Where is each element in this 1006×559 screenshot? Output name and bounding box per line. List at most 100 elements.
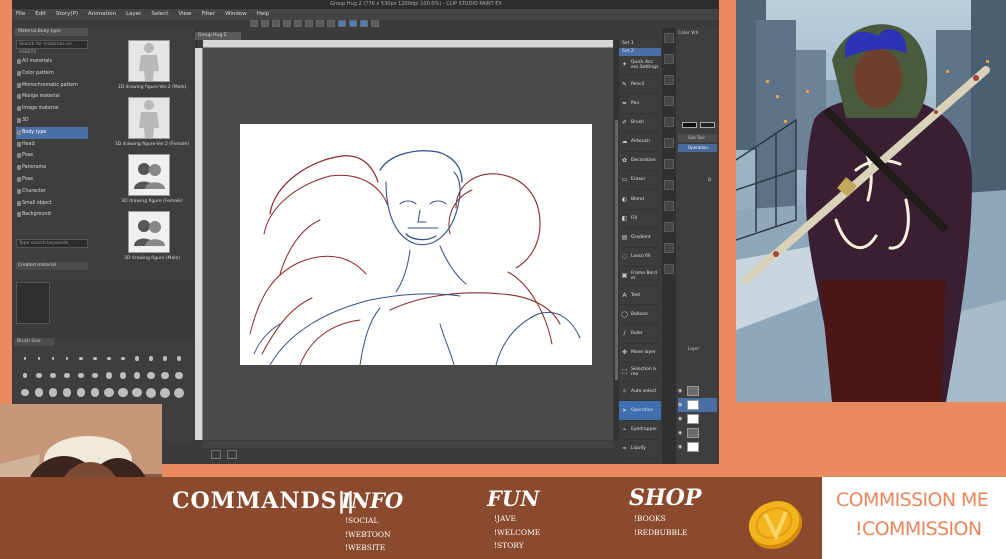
tool-frame-border[interactable]: ▣ Frame Bord er [619, 267, 661, 287]
material-tree-item[interactable]: Color pattern [16, 68, 88, 80]
material-tree-item[interactable]: Monochromatic pattern [16, 80, 88, 92]
keyword-search-input[interactable]: Type search keywords [16, 239, 88, 248]
material-tree-item[interactable]: Pose [16, 174, 88, 186]
tool-blend[interactable]: ◐ Blend [619, 190, 661, 210]
material-icon[interactable] [664, 264, 674, 274]
tool-set-tab[interactable]: Set 2 [619, 48, 661, 56]
tool-text[interactable]: A Text [619, 286, 661, 306]
tool-auto-select[interactable]: ✧ Auto select [619, 382, 661, 402]
layer-row[interactable]: ◉ [678, 412, 717, 426]
sub-tool-icon[interactable] [664, 138, 674, 148]
tool-operation[interactable]: ➤ Operation [619, 401, 661, 421]
color-slider-icon[interactable] [664, 54, 674, 64]
tool-pencil[interactable]: ✎ Pencil [619, 75, 661, 95]
layer-search-icon[interactable] [664, 222, 674, 232]
brush-size-option[interactable] [102, 350, 116, 367]
tool-star[interactable]: ✦ Quick Acc ess Settings [619, 56, 661, 76]
menu-item[interactable]: Select [151, 9, 168, 20]
main-color-swatch[interactable] [682, 122, 697, 128]
operation-sub-tool[interactable]: Operation [678, 144, 717, 152]
fit-window-icon[interactable] [211, 450, 221, 459]
menu-item[interactable]: Filter [201, 9, 215, 20]
layer-row[interactable]: ◉ [678, 426, 717, 440]
menu-item[interactable]: Window [225, 9, 247, 20]
brush-size-option[interactable] [158, 350, 172, 367]
brush-size-option[interactable] [88, 367, 102, 384]
animation-icon[interactable] [664, 243, 674, 253]
tool-eraser[interactable]: ▭ Eraser [619, 171, 661, 191]
material-tree-item[interactable]: Head [16, 139, 88, 151]
eye-icon[interactable]: ◉ [678, 388, 684, 394]
menu-item[interactable]: File [16, 9, 25, 20]
material-tree-item[interactable]: Body type [16, 126, 88, 139]
snap-settings-icon[interactable] [371, 20, 379, 27]
tool-eyedropper[interactable]: ⌁ Eyedropper [619, 421, 661, 440]
brush-size-option[interactable] [32, 367, 46, 384]
tool-ruler[interactable]: / Ruler [619, 325, 661, 344]
layer-row[interactable]: ◉ [678, 384, 717, 398]
material-tree-item[interactable]: Small object [16, 198, 88, 210]
material-figure-item[interactable]: 3D drawing figure (Male) [100, 209, 196, 266]
sub-tool-tab[interactable]: Sub Tool [678, 134, 717, 142]
tool-set-tab[interactable]: Set 1 [619, 40, 661, 48]
snap-perspective-icon[interactable] [349, 20, 357, 27]
brush-size-option[interactable] [158, 367, 172, 384]
tool-move-layer[interactable]: ✥ Move layer [619, 344, 661, 363]
eye-icon[interactable]: ◉ [678, 444, 684, 450]
color-wheel-tab[interactable]: Color Wh [678, 30, 717, 38]
snap-special-icon[interactable] [360, 20, 368, 27]
brush-size-option[interactable] [130, 384, 144, 401]
sketch-canvas[interactable] [240, 124, 592, 366]
brush-size-option[interactable] [172, 384, 186, 401]
undo-icon[interactable] [250, 20, 258, 27]
tool-property-icon[interactable] [664, 159, 674, 169]
snap-grid-icon[interactable] [338, 20, 346, 27]
material-tree-item[interactable]: 3D [16, 115, 88, 127]
menu-item[interactable]: Story(P) [56, 9, 78, 20]
brush-size-option[interactable] [32, 384, 46, 401]
brush-size-option[interactable] [144, 384, 158, 401]
brush-size-option[interactable] [144, 350, 158, 367]
tool-lasso-fill[interactable]: ◌ Lasso fill [619, 248, 661, 268]
eye-icon[interactable]: ◉ [678, 416, 684, 422]
clear-icon[interactable] [272, 20, 280, 27]
tool-liquify[interactable]: ≈ Liquify [619, 440, 661, 459]
brush-size-option[interactable] [88, 350, 102, 367]
brush-size-option[interactable] [18, 384, 32, 401]
transform-icon[interactable] [283, 20, 291, 27]
sub-color-swatch[interactable] [700, 122, 715, 128]
material-figure-item[interactable]: 3D drawing figure (Female) [100, 152, 196, 209]
tool-airbrush[interactable]: ☁ Airbrush [619, 133, 661, 152]
brush-size-option[interactable] [18, 367, 32, 384]
brush-size-option[interactable] [116, 384, 130, 401]
material-tree-item[interactable]: Pose [16, 150, 88, 162]
material-tree-item[interactable]: Manga material [16, 91, 88, 103]
material-tree-item[interactable]: All materials [16, 56, 88, 68]
eye-icon[interactable]: ◉ [678, 430, 684, 436]
brush-size-option[interactable] [116, 367, 130, 384]
brush-size-option[interactable] [74, 367, 88, 384]
menu-item[interactable]: View [178, 9, 191, 20]
brush-size-option[interactable] [74, 384, 88, 401]
material-tree-item[interactable]: Image material [16, 103, 88, 115]
layer-row[interactable]: ◉ [678, 440, 717, 454]
brush-size-option[interactable] [102, 384, 116, 401]
canvas-area[interactable] [203, 48, 613, 440]
brush-size-option[interactable] [32, 350, 46, 367]
tool-balloon[interactable]: ◯ Balloon [619, 305, 661, 325]
brush-size-option[interactable] [172, 367, 186, 384]
eye-icon[interactable]: ◉ [678, 402, 684, 408]
material-search-input[interactable]: Search for materials on ASSETS [16, 40, 88, 55]
brush-size-option[interactable] [46, 367, 60, 384]
brush-size-option[interactable] [60, 384, 74, 401]
brush-size-option[interactable] [130, 367, 144, 384]
brush-size-option[interactable] [60, 367, 74, 384]
brush-size-option[interactable] [18, 350, 32, 367]
color-wheel-icon[interactable] [664, 33, 674, 43]
brush-size-option[interactable] [102, 367, 116, 384]
navigator-icon[interactable] [664, 117, 674, 127]
tool-selection-area[interactable]: ⬚ Selection a rea [619, 363, 661, 383]
brush-size-tab[interactable]: Brush Size [14, 338, 54, 346]
menu-item[interactable]: Layer [126, 9, 141, 20]
snap-icon[interactable] [316, 20, 324, 27]
